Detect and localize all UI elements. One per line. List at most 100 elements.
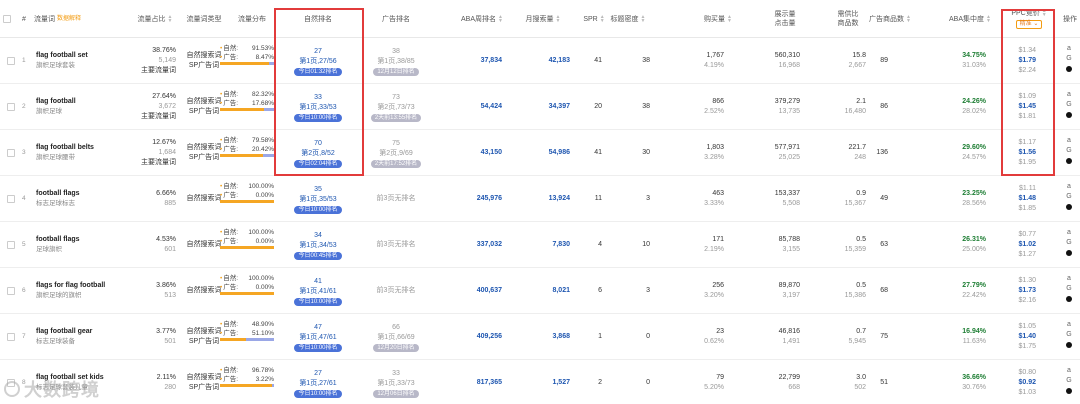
dot-icon[interactable]: [1066, 250, 1072, 256]
aba-rank-value[interactable]: 37,834: [481, 56, 502, 66]
google-icon[interactable]: G: [1066, 192, 1071, 202]
keyword-text[interactable]: football flags: [36, 235, 80, 245]
amazon-icon[interactable]: a: [1067, 320, 1071, 330]
aba-rank-value[interactable]: 337,032: [477, 240, 502, 250]
dot-icon[interactable]: [1066, 342, 1072, 348]
dot-icon[interactable]: [1066, 112, 1072, 118]
header-aba-concentration[interactable]: ABA集中度 ▲ ▼: [944, 0, 996, 38]
header-title-density[interactable]: 标题密度 ▲ ▼: [606, 0, 650, 38]
header-purchases[interactable]: 购买量 ▲ ▼: [696, 0, 740, 38]
google-icon[interactable]: G: [1066, 284, 1071, 294]
amazon-icon[interactable]: a: [1067, 136, 1071, 146]
purchases-value: 256: [712, 282, 724, 289]
data-explain-tag[interactable]: 数据解释: [57, 15, 81, 24]
aba-rank-value[interactable]: 43,150: [481, 148, 502, 158]
row-checkbox[interactable]: [7, 241, 15, 249]
sort-icon[interactable]: ▲ ▼: [641, 15, 646, 24]
ad-rank-page[interactable]: 第1页,66/69: [377, 333, 414, 343]
dot-icon[interactable]: [1066, 204, 1072, 210]
ad-rank-number[interactable]: 66: [392, 323, 400, 333]
keyword-translation: 旗帜足球套装: [36, 62, 75, 69]
ad-rank-page[interactable]: 第1页,33/73: [377, 379, 414, 389]
sort-icon[interactable]: ▲ ▼: [986, 15, 991, 24]
header-traffic-type: 流量词类型: [186, 15, 222, 23]
ad-rank-page[interactable]: 第2页,73/73: [377, 103, 414, 113]
header-monthly-search[interactable]: 月搜索量 ▲ ▼: [512, 0, 574, 38]
header-ad-rank[interactable]: 广告排名: [360, 0, 432, 38]
aba-rank-value[interactable]: 817,365: [477, 378, 502, 388]
google-icon[interactable]: G: [1066, 238, 1071, 248]
header-ad-products[interactable]: 广告商品数 ▲ ▼: [868, 0, 912, 38]
dot-icon[interactable]: [1066, 158, 1072, 164]
aba-rank-value[interactable]: 54,424: [481, 102, 502, 112]
google-icon[interactable]: G: [1066, 330, 1071, 340]
keyword-text[interactable]: football flags: [36, 189, 80, 199]
dot-icon[interactable]: [1066, 66, 1072, 72]
sort-icon[interactable]: ▲ ▼: [727, 15, 732, 24]
keyword-text[interactable]: flag football set: [36, 51, 88, 61]
google-icon[interactable]: G: [1066, 146, 1071, 156]
keyword-text[interactable]: flag football gear: [36, 327, 92, 337]
monthly-search-value[interactable]: 8,021: [552, 286, 570, 296]
google-icon[interactable]: G: [1066, 376, 1071, 386]
monthly-search-value[interactable]: 42,183: [549, 56, 570, 66]
ad-rank-number[interactable]: 33: [392, 369, 400, 379]
header-spr[interactable]: SPR ▲ ▼: [582, 0, 606, 38]
row-checkbox[interactable]: [7, 195, 15, 203]
amazon-icon[interactable]: a: [1067, 228, 1071, 238]
organic-rank-number[interactable]: 47: [314, 323, 322, 333]
amazon-icon[interactable]: a: [1067, 366, 1071, 376]
header-traffic-share[interactable]: 流量占比 ▲ ▼: [132, 0, 178, 38]
ad-rank-number[interactable]: 38: [392, 47, 400, 57]
monthly-search-value[interactable]: 54,986: [549, 148, 570, 158]
sort-icon[interactable]: ▲ ▼: [168, 15, 173, 24]
monthly-search-value[interactable]: 34,397: [549, 102, 570, 112]
monthly-search-value[interactable]: 13,924: [549, 194, 570, 204]
organic-rank-page[interactable]: 第1页,35/53: [299, 195, 336, 205]
organic-rank-number[interactable]: 41: [314, 277, 322, 287]
sort-icon[interactable]: ▲ ▼: [600, 15, 605, 24]
row-checkbox[interactable]: [7, 149, 15, 157]
dot-icon[interactable]: [1066, 388, 1072, 394]
row-checkbox[interactable]: [7, 57, 15, 65]
amazon-icon[interactable]: a: [1067, 182, 1071, 192]
header-impressions[interactable]: 展示量 点击量: [762, 0, 808, 38]
amazon-icon[interactable]: a: [1067, 90, 1071, 100]
monthly-search-value[interactable]: 3,868: [552, 332, 570, 342]
organic-rank-page[interactable]: 第1页,27/61: [299, 379, 336, 389]
organic-rank-page[interactable]: 第1页,34/53: [299, 241, 336, 251]
row-checkbox[interactable]: [7, 103, 15, 111]
row-checkbox[interactable]: [7, 333, 15, 341]
aba-rank-value[interactable]: 409,256: [477, 332, 502, 342]
organic-rank-page[interactable]: 第1页,47/61: [299, 333, 336, 343]
sort-icon[interactable]: ▲ ▼: [556, 15, 561, 24]
ad-rank-page[interactable]: 第2页,9/69: [379, 149, 412, 159]
organic-rank-number[interactable]: 27: [314, 369, 322, 379]
header-keyword[interactable]: 流量词 数据解释: [34, 0, 134, 38]
keyword-text[interactable]: flag football: [36, 97, 76, 107]
header-supply-demand[interactable]: 需供比 商品数: [826, 0, 870, 38]
ad-rank-number[interactable]: 75: [392, 139, 400, 149]
amazon-icon[interactable]: a: [1067, 274, 1071, 284]
header-aba-rank[interactable]: ABA周排名 ▲ ▼: [448, 0, 516, 38]
amazon-icon[interactable]: a: [1067, 44, 1071, 54]
monthly-search-value[interactable]: 1,527: [552, 378, 570, 388]
monthly-search-value[interactable]: 7,830: [552, 240, 570, 250]
keyword-text[interactable]: flag football belts: [36, 143, 94, 153]
organic-rank-number[interactable]: 35: [314, 185, 322, 195]
organic-rank-page[interactable]: 第1页,41/61: [299, 287, 336, 297]
aba-rank-value[interactable]: 400,637: [477, 286, 502, 296]
keyword-text[interactable]: flags for flag football: [36, 281, 105, 291]
select-all-checkbox[interactable]: [0, 0, 14, 38]
row-checkbox[interactable]: [7, 287, 15, 295]
sort-icon[interactable]: ▲ ▼: [498, 15, 503, 24]
ad-rank-number[interactable]: 73: [392, 93, 400, 103]
sort-icon[interactable]: ▲ ▼: [906, 15, 911, 24]
google-icon[interactable]: G: [1066, 54, 1071, 64]
ad-rank-page[interactable]: 第1页,38/85: [377, 57, 414, 67]
organic-rank-number[interactable]: 34: [314, 231, 322, 241]
keyword-translation: 标志足球装备: [36, 338, 75, 345]
dot-icon[interactable]: [1066, 296, 1072, 302]
aba-rank-value[interactable]: 245,976: [477, 194, 502, 204]
google-icon[interactable]: G: [1066, 100, 1071, 110]
